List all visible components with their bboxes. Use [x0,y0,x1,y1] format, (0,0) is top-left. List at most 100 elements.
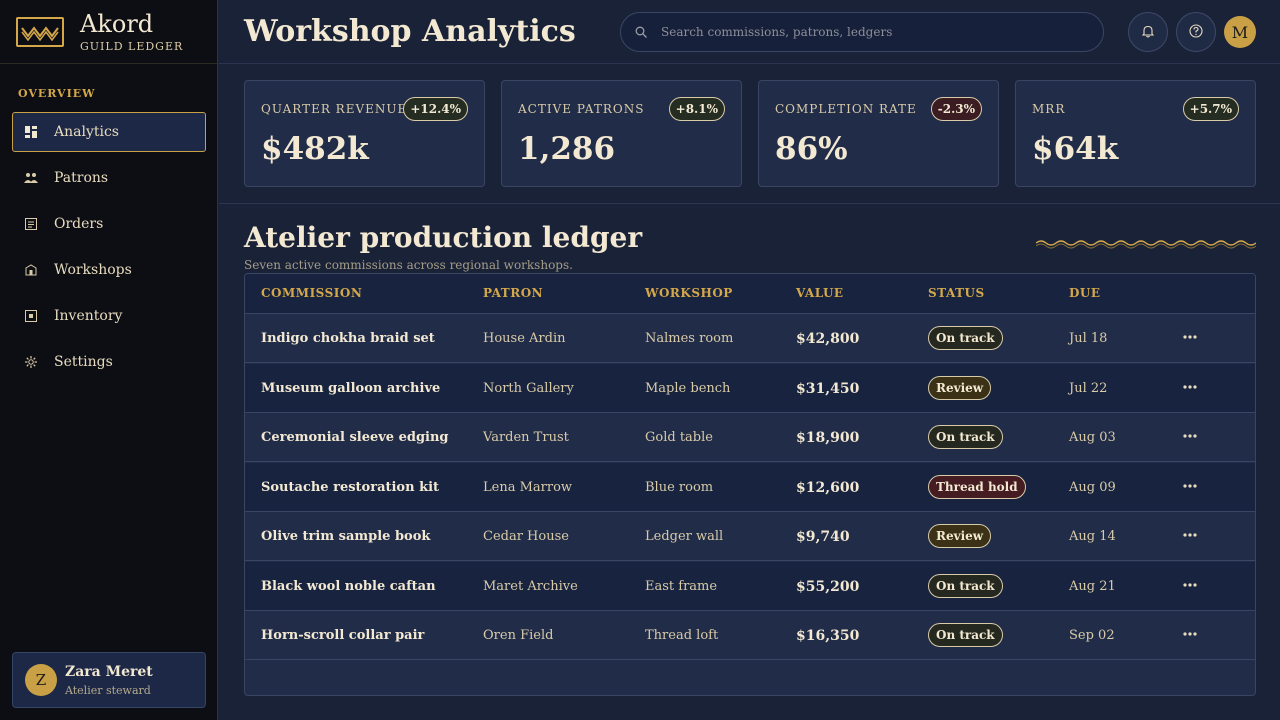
sidebar-nav: Analytics Patrons Orders Workshops Inven… [12,112,206,388]
kpi-label: QUARTER REVENUE [261,102,408,116]
header: Workshop Analytics M [219,0,1280,64]
status-badge: Thread hold [928,474,1026,499]
cell-value: $12,600 [796,479,860,496]
sidebar-item-settings[interactable]: Settings [12,342,206,382]
box-icon [24,309,38,323]
table-row[interactable]: Ceremonial sleeve edging Varden Trust Gold… [245,413,1255,462]
column-header-commission[interactable]: COMMISSION [261,286,362,300]
row-more-button[interactable] [1180,525,1200,545]
table-row[interactable]: Olive trim sample book Cedar House Ledger … [245,512,1255,561]
column-header-patron[interactable]: PATRON [483,286,543,300]
table-row[interactable]: Soutache restoration kit Lena Marrow Blue … [245,462,1255,512]
sidebar-item-label: Analytics [54,124,119,140]
cell-due: Jul 22 [1069,380,1108,396]
building-icon [24,263,38,277]
help-button[interactable] [1176,12,1216,52]
kpi-value: $64k [1032,131,1119,167]
status-badge: On track [928,425,1003,449]
table-row[interactable]: Indigo chokha braid set House Ardin Nalmes… [245,314,1255,363]
gear-icon [24,355,38,369]
brand[interactable]: Akord GUILD LEDGER [0,0,217,64]
row-more-button[interactable] [1180,426,1200,446]
cell-value: $31,450 [796,380,860,397]
table-row[interactable]: Museum galloon archive North Gallery Maple… [245,363,1255,413]
status-badge: Review [928,524,992,548]
cell-patron: North Gallery [483,380,574,396]
cell-due: Sep 02 [1069,628,1115,643]
avatar[interactable]: M [1224,16,1256,48]
cell-workshop: Ledger wall [645,529,724,544]
cell-patron: House Ardin [483,331,566,346]
row-more-button[interactable] [1180,327,1200,347]
user-card[interactable]: Z Zara Meret Atelier steward [12,652,206,708]
cell-value: $16,350 [796,628,860,644]
cell-workshop: Blue room [645,479,714,495]
kpi-delta-badge: +12.4% [403,97,468,121]
cell-workshop: Gold table [645,430,713,445]
status-badge: On track [928,623,1003,647]
brand-logo-icon [16,16,64,47]
row-more-button[interactable] [1180,575,1200,595]
ledger-table: COMMISSION PATRON WORKSHOP VALUE STATUS … [244,273,1256,696]
brand-name: Akord [80,9,154,38]
row-more-button[interactable] [1180,476,1200,496]
sidebar-item-analytics[interactable]: Analytics [12,112,206,152]
search-bar[interactable] [620,12,1104,52]
kpi-card-completion-rate[interactable]: COMPLETION RATE -2.3% 86% [758,80,999,187]
nav-section-label: OVERVIEW [18,87,96,100]
search-icon [635,23,647,42]
section-divider [219,203,1280,204]
more-horizontal-icon [1183,434,1197,438]
cell-commission: Indigo chokha braid set [261,331,435,346]
notifications-button[interactable] [1128,12,1168,52]
more-horizontal-icon [1183,483,1197,488]
kpi-card-mrr[interactable]: MRR +5.7% $64k [1015,80,1256,187]
cell-due: Aug 21 [1069,578,1116,594]
sidebar: Akord GUILD LEDGER OVERVIEW Analytics Pa… [0,0,218,720]
table-header: COMMISSION PATRON WORKSHOP VALUE STATUS … [245,274,1255,314]
cell-workshop: Thread loft [645,628,719,643]
cell-patron: Lena Marrow [483,479,573,495]
cell-value: $18,900 [796,430,860,446]
search-input[interactable] [661,25,1061,39]
table-row[interactable]: Black wool noble caftan Maret Archive East… [245,561,1255,611]
table-row[interactable]: Horn-scroll collar pair Oren Field Thread … [245,611,1255,660]
column-header-workshop[interactable]: WORKSHOP [645,286,733,300]
sidebar-item-label: Patrons [54,170,109,186]
kpi-value: 86% [775,131,848,167]
cell-commission: Black wool noble caftan [261,578,436,594]
cell-due: Aug 14 [1069,529,1116,544]
kpi-card-quarter-revenue[interactable]: QUARTER REVENUE +12.4% $482k [244,80,485,187]
cell-value: $9,740 [796,529,850,545]
ornament-wave-icon [1036,240,1256,249]
cell-due: Aug 03 [1069,430,1116,445]
cell-patron: Oren Field [483,628,554,643]
sidebar-item-inventory[interactable]: Inventory [12,296,206,336]
sidebar-item-workshops[interactable]: Workshops [12,250,206,290]
column-header-status[interactable]: STATUS [928,286,985,300]
status-badge: On track [928,573,1003,598]
kpi-card-active-patrons[interactable]: ACTIVE PATRONS +8.1% 1,286 [501,80,742,187]
kpi-value: $482k [261,131,369,167]
sidebar-item-label: Workshops [54,262,132,278]
cell-workshop: Maple bench [645,380,731,396]
sidebar-item-orders[interactable]: Orders [12,204,206,244]
status-badge: On track [928,326,1003,350]
cell-patron: Cedar House [483,529,569,544]
kpi-delta-badge: -2.3% [930,97,982,121]
receipt-icon [24,217,38,231]
sidebar-item-patrons[interactable]: Patrons [12,158,206,198]
row-more-button[interactable] [1180,377,1200,397]
kpi-delta-badge: +5.7% [1182,97,1239,121]
column-header-value[interactable]: VALUE [796,286,844,300]
sidebar-item-label: Inventory [54,308,123,324]
cell-commission: Horn-scroll collar pair [261,628,425,643]
cell-commission: Ceremonial sleeve edging [261,430,449,445]
sidebar-item-label: Settings [54,354,113,370]
more-horizontal-icon [1183,335,1197,339]
kpi-label: COMPLETION RATE [775,102,917,116]
cell-commission: Soutache restoration kit [261,479,440,495]
column-header-due[interactable]: DUE [1069,286,1101,300]
row-more-button[interactable] [1180,624,1200,644]
cell-value: $55,200 [796,578,860,595]
